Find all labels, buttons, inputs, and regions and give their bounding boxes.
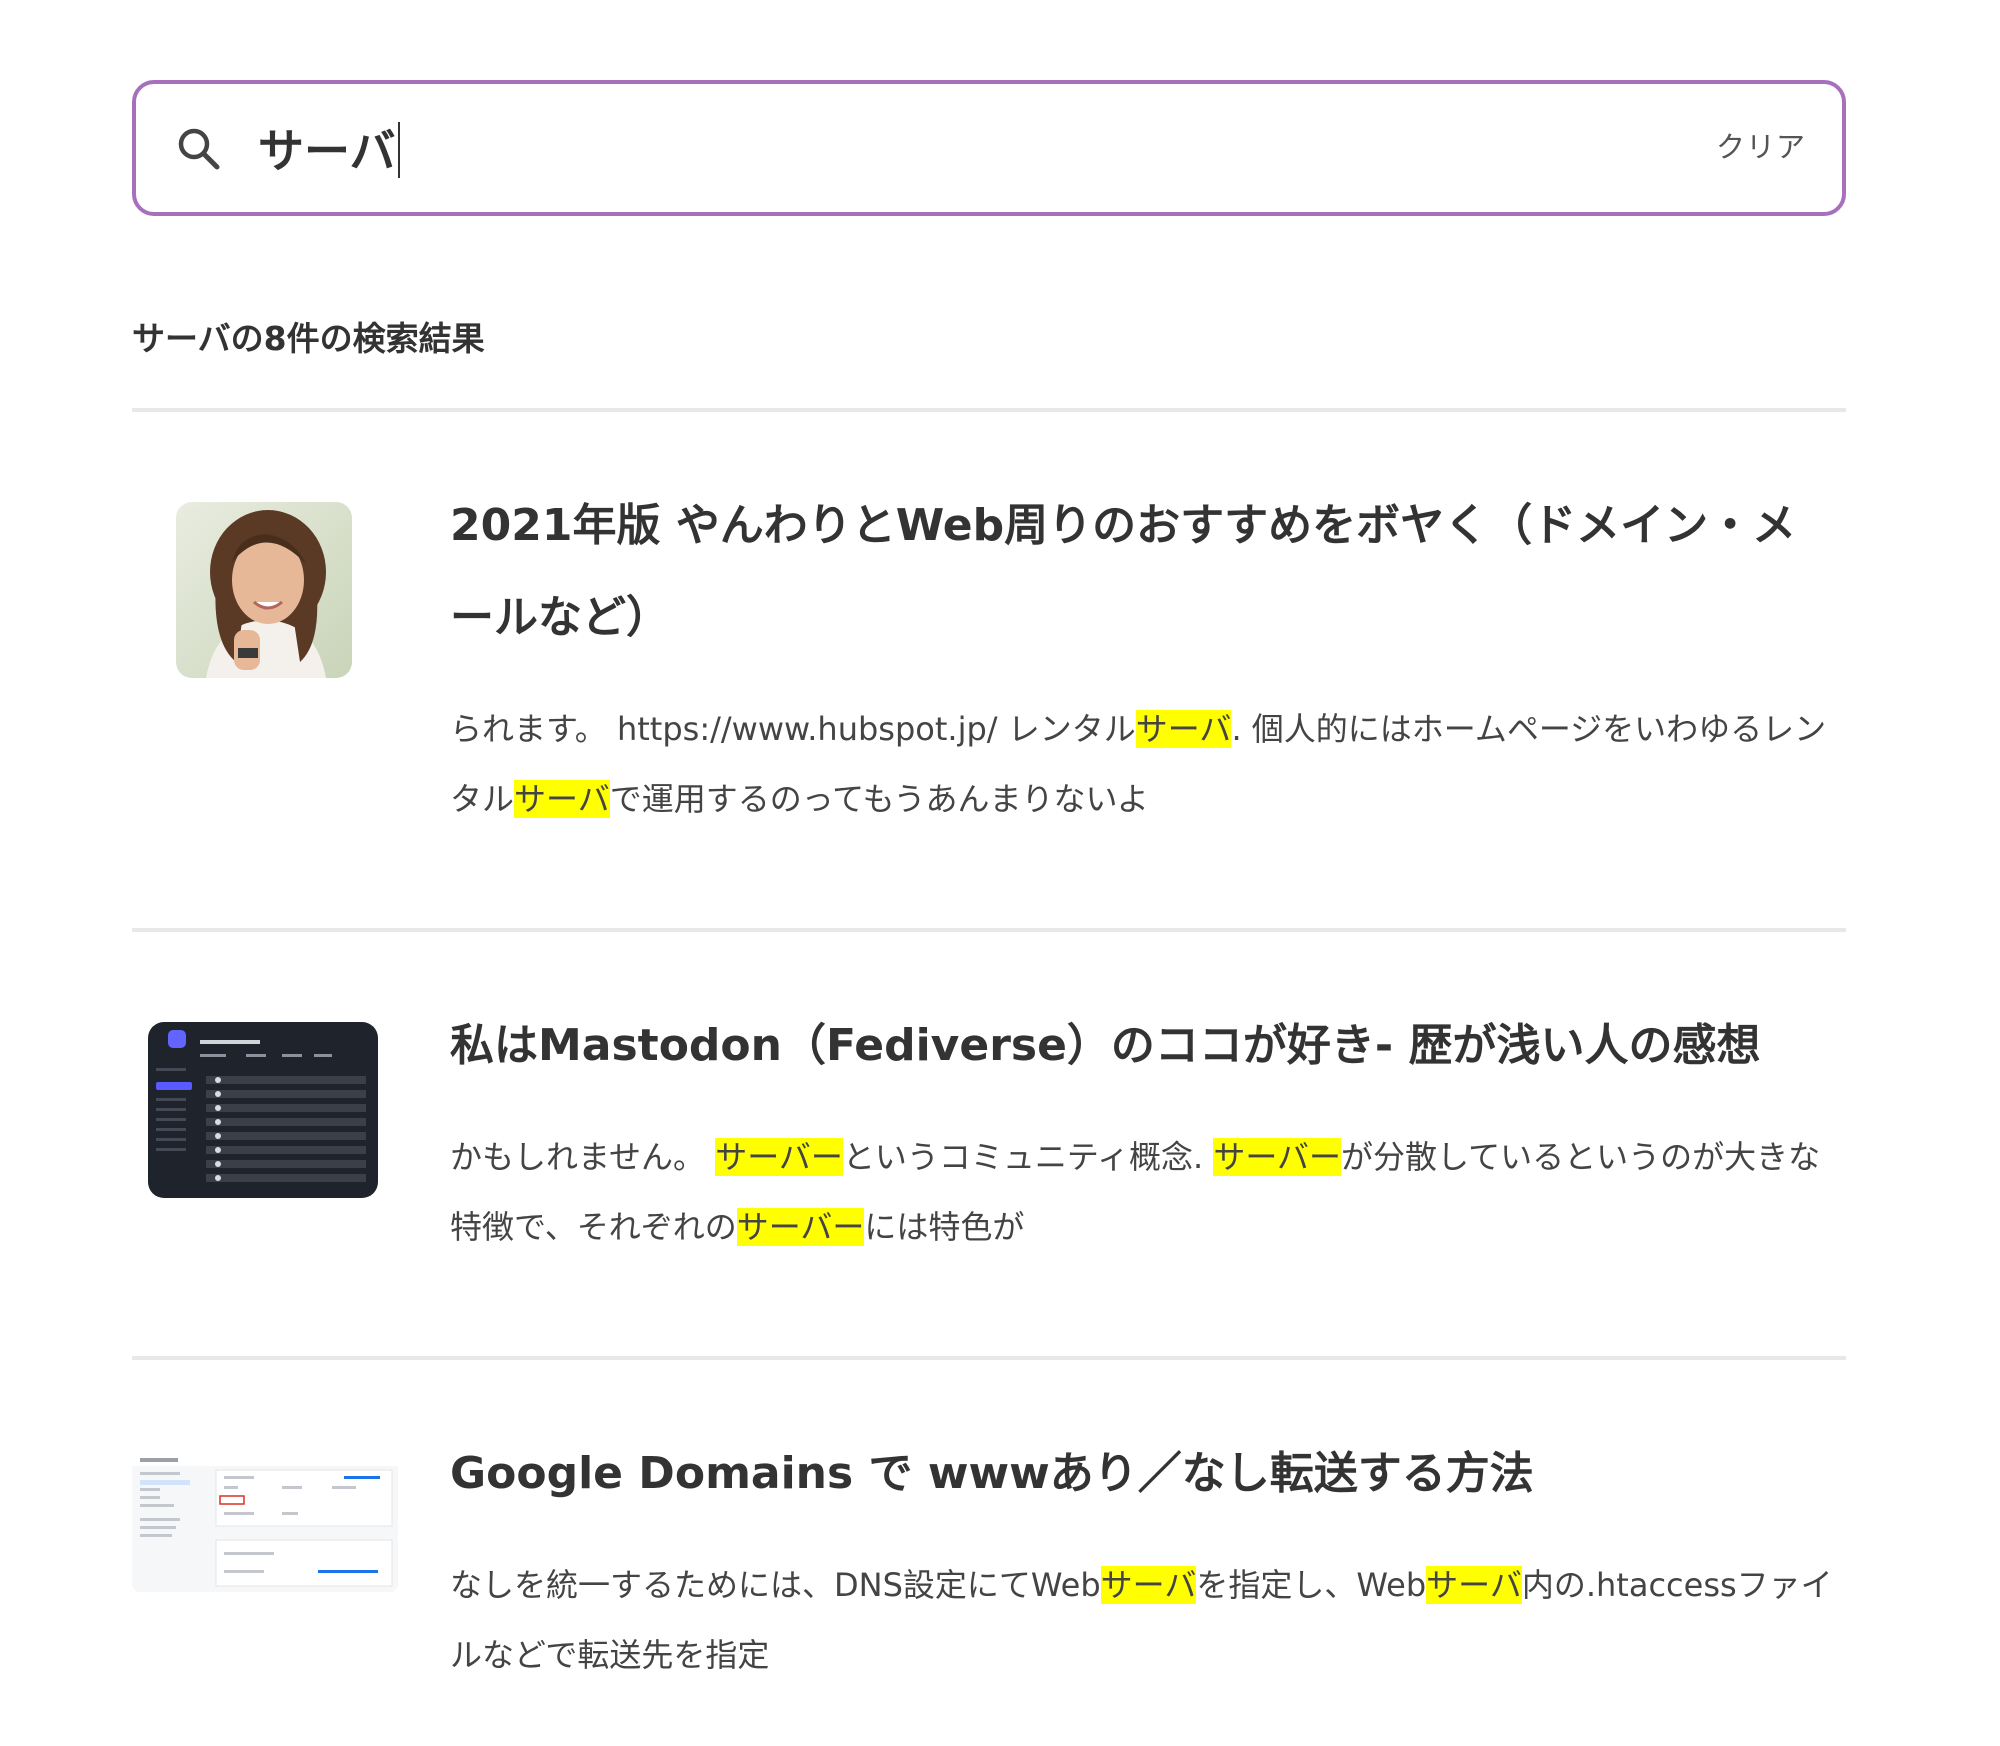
search-result[interactable]: 私はMastodon（Fediverse）のココが好き- 歴が浅い人の感想 かも… <box>132 1000 1846 1330</box>
clear-button[interactable]: クリア <box>1716 124 1806 166</box>
result-title[interactable]: 2021年版 やんわりとWeb周りのおすすめをボヤく（ドメイン・メールなど） <box>450 480 1840 664</box>
search-icon <box>178 128 220 170</box>
divider <box>132 408 1846 412</box>
result-thumbnail[interactable] <box>132 1456 398 1592</box>
result-thumbnail[interactable] <box>176 502 352 678</box>
result-title[interactable]: Google Domains で wwwあり／なし転送する方法 <box>450 1428 1840 1520</box>
google-domains-screenshot-image <box>132 1456 398 1592</box>
search-result[interactable]: 2021年版 やんわりとWeb周りのおすすめをボヤく（ドメイン・メールなど） ら… <box>132 480 1846 900</box>
divider <box>132 1356 1846 1360</box>
search-input[interactable] <box>258 112 1638 184</box>
search-box[interactable]: クリア <box>132 80 1846 216</box>
snippet-text: られます。 https://www.hubspot.jp/ レンタル <box>450 710 1136 748</box>
portrait-photo-image <box>176 502 352 678</box>
result-thumbnail[interactable] <box>148 1022 378 1198</box>
highlighted-term: サーバー <box>715 1138 843 1176</box>
snippet-text: で運用するのってもうあんまりないよ <box>609 780 1149 818</box>
result-snippet: かもしれません。 サーバーというコミュニティ概念. サーバーが分散しているという… <box>450 1122 1850 1262</box>
snippet-text: を指定し、Web <box>1196 1566 1427 1604</box>
highlighted-term: サーバ <box>1100 1566 1197 1604</box>
result-snippet: られます。 https://www.hubspot.jp/ レンタルサーバ. 個… <box>450 694 1850 834</box>
results-heading: サーバの8件の検索結果 <box>132 319 485 358</box>
snippet-text: かもしれません。 <box>450 1138 716 1176</box>
highlighted-term: サーバー <box>736 1208 865 1246</box>
snippet-text: なしを統一するためには、DNS設定にてWeb <box>450 1566 1101 1604</box>
mastodon-screenshot-image <box>148 1022 378 1198</box>
result-title[interactable]: 私はMastodon（Fediverse）のココが好き- 歴が浅い人の感想 <box>450 1000 1840 1092</box>
snippet-text: には特色が <box>864 1208 1025 1246</box>
highlighted-term: サーバー <box>1213 1138 1342 1176</box>
snippet-text: というコミュニティ概念. <box>842 1138 1214 1176</box>
text-caret <box>398 122 400 178</box>
highlighted-term: サーバ <box>1426 1566 1522 1604</box>
divider <box>132 928 1846 932</box>
result-snippet: なしを統一するためには、DNS設定にてWebサーバを指定し、Webサーバ内の.h… <box>450 1550 1850 1690</box>
highlighted-term: サーバ <box>514 780 610 818</box>
search-result[interactable]: Google Domains で wwwあり／なし転送する方法 なしを統一するた… <box>132 1428 1846 1746</box>
highlighted-term: サーバ <box>1135 710 1232 748</box>
